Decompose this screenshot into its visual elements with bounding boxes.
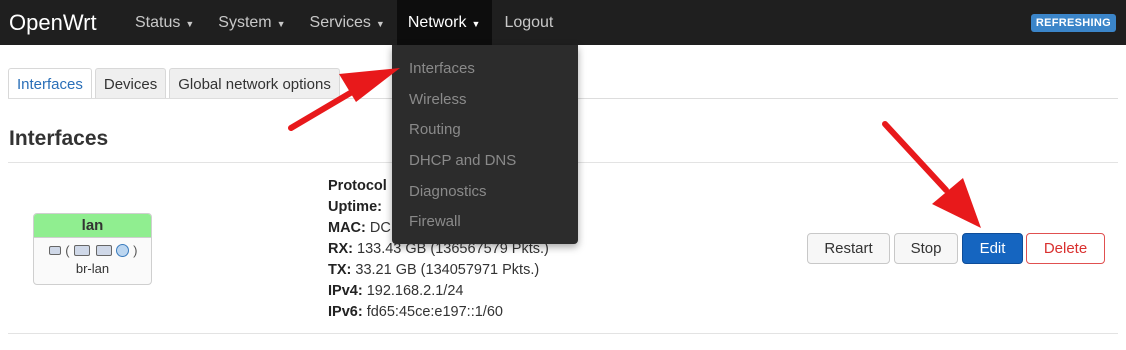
menu-item-interfaces[interactable]: Interfaces (409, 60, 475, 77)
menu-item-wireless[interactable]: Wireless (409, 91, 467, 108)
caret-down-icon: ▼ (185, 18, 195, 29)
caret-down-icon: ▼ (375, 18, 385, 29)
interface-device-name: br-lan (75, 261, 110, 276)
status-key: RX: (328, 241, 353, 257)
interface-name: lan (34, 214, 151, 238)
brand-logo[interactable]: OpenWrt (9, 10, 123, 36)
restart-button[interactable]: Restart (807, 233, 890, 264)
nav-logout-label: Logout (504, 13, 554, 31)
interface-badge-lan: lan ( ) br-lan (33, 213, 152, 285)
status-key: MAC: (328, 220, 366, 236)
status-value: DC (369, 220, 391, 236)
status-value: 192.168.2.1/24 (366, 283, 464, 299)
ethernet-port-icon (48, 246, 61, 256)
nav-services[interactable]: Services ▼ (298, 0, 397, 45)
nav-services-label: Services (309, 13, 371, 31)
nav-status-label: Status (135, 13, 181, 31)
network-dropdown-menu: Interfaces Wireless Routing DHCP and DNS… (392, 45, 578, 244)
status-key: Protocol (328, 178, 387, 194)
menu-item-routing[interactable]: Routing (409, 121, 461, 138)
nav-logout[interactable]: Logout (492, 0, 565, 45)
edit-button[interactable]: Edit (962, 233, 1023, 264)
switch-icon (74, 245, 91, 257)
refreshing-badge[interactable]: REFRESHING (1030, 13, 1116, 32)
row-divider (8, 333, 1118, 334)
paren-close: ) (133, 243, 138, 259)
tab-global-network-options[interactable]: Global network options (169, 68, 340, 99)
menu-item-firewall[interactable]: Firewall (409, 213, 461, 230)
status-tx: TX: 33.21 GB (134057971 Pkts.) (328, 260, 549, 281)
menu-item-diagnostics[interactable]: Diagnostics (409, 183, 487, 200)
caret-down-icon: ▼ (471, 18, 481, 29)
wifi-globe-icon (116, 244, 130, 258)
arrow-to-edit-button (882, 121, 981, 228)
tab-bar: Interfaces Devices Global network option… (8, 68, 343, 99)
status-key: Uptime: (328, 199, 382, 215)
tab-devices[interactable]: Devices (94, 68, 167, 99)
paren-open: ( (65, 243, 70, 259)
top-navbar: OpenWrt Status ▼ System ▼ Services ▼ Net… (0, 0, 1126, 45)
status-key: IPv4: (328, 283, 363, 299)
nav-system-label: System (218, 13, 272, 31)
bridge-icon (95, 245, 112, 257)
stop-button[interactable]: Stop (894, 233, 958, 264)
delete-button[interactable]: Delete (1026, 233, 1105, 264)
status-ipv6: IPv6: fd65:45ce:e197::1/60 (328, 302, 549, 323)
nav-network[interactable]: Network ▼ (396, 0, 493, 45)
interface-device-icons: ( ) (34, 242, 151, 260)
status-key: IPv6: (328, 304, 363, 320)
nav-system[interactable]: System ▼ (206, 0, 297, 45)
status-key: TX: (328, 262, 352, 278)
status-ipv4: IPv4: 192.168.2.1/24 (328, 281, 549, 302)
status-value: 33.21 GB (134057971 Pkts.) (355, 262, 540, 278)
nav-status[interactable]: Status ▼ (123, 0, 206, 45)
menu-item-dhcp-dns[interactable]: DHCP and DNS (409, 152, 516, 169)
caret-down-icon: ▼ (276, 18, 286, 29)
tab-interfaces[interactable]: Interfaces (8, 68, 92, 99)
page-title: Interfaces (9, 127, 109, 150)
nav-network-label: Network (407, 13, 467, 31)
status-value: fd65:45ce:e197::1/60 (366, 304, 503, 320)
